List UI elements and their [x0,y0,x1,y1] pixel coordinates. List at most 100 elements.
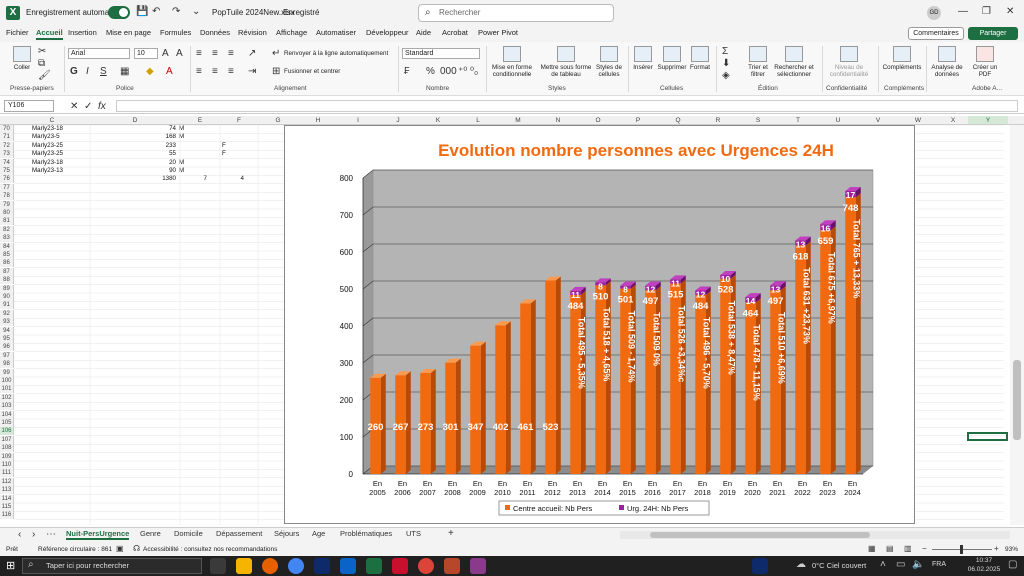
cell-styles-button[interactable]: Styles de cellules [594,46,624,78]
close-icon[interactable]: ✕ [1006,6,1014,17]
sheet-tab[interactable]: Problématiques [340,529,392,538]
column-header[interactable]: G [258,116,298,125]
row-header[interactable]: 80 [0,209,14,217]
fill-icon[interactable]: ⬇ [722,58,730,69]
menu-item[interactable]: Fichier [6,28,29,37]
vertical-scrollbar[interactable] [1010,125,1024,525]
column-header[interactable]: D [90,116,180,125]
row-header[interactable]: 72 [0,141,14,150]
column-header[interactable]: Q [658,116,698,125]
zoom-in-icon[interactable]: + [994,544,999,553]
row-header[interactable]: 79 [0,200,14,209]
align-bottom-icon[interactable]: ≡ [228,48,234,59]
row-header[interactable]: 97 [0,351,14,360]
name-box[interactable]: Y106 [4,100,54,112]
format-cells-button[interactable]: Format [688,46,712,71]
cancel-icon[interactable]: ✕ [70,101,78,112]
zoom-slider-thumb[interactable] [960,545,963,554]
row-header[interactable]: 104 [0,410,14,419]
paste-button[interactable]: Coller [8,46,36,71]
sheet-tab[interactable]: Séjours [274,529,299,538]
autosum-icon[interactable]: Σ [722,46,728,57]
row-header[interactable]: 98 [0,360,14,369]
column-header[interactable]: N [538,116,578,125]
macro-record-icon[interactable]: ▣ [116,544,124,553]
row-header[interactable]: 100 [0,377,14,385]
sort-filter-button[interactable]: Trier et filtrer [744,46,772,78]
row-header[interactable]: 74 [0,158,14,167]
app-l-icon[interactable] [314,558,330,574]
borders-icon[interactable]: ▦ [120,66,129,77]
create-pdf-button[interactable]: Créer un PDF [968,46,1002,78]
format-painter-icon[interactable]: 🖌 [38,70,51,81]
page-break-icon[interactable]: ▥ [904,544,912,553]
font-grow-icon[interactable]: A [162,48,169,59]
menu-item[interactable]: Données [200,28,230,37]
menu-item[interactable]: Accueil [36,28,63,40]
chart-area[interactable]: Evolution nombre personnes avec Urgences… [284,125,915,524]
row-header[interactable]: 102 [0,393,14,402]
accounting-format-icon[interactable]: ₣ [404,66,410,77]
firefox-icon[interactable] [262,558,278,574]
sheet-tab[interactable]: Genre [140,529,161,538]
bold-icon[interactable]: G [70,66,78,77]
row-header[interactable]: 76 [0,175,14,184]
menu-item[interactable]: Révision [238,28,267,37]
row-header[interactable]: 90 [0,293,14,301]
restore-icon[interactable]: ❐ [982,6,991,17]
file-explorer-icon[interactable] [236,558,252,574]
network-icon[interactable]: ▭ [896,559,905,570]
column-header[interactable]: T [778,116,818,125]
undo-icon[interactable]: ↶ [152,6,160,17]
menu-item[interactable]: Automatiser [316,28,356,37]
indent-icon[interactable]: ⇥ [248,66,256,77]
column-header[interactable]: F [220,116,258,125]
row-header[interactable]: 92 [0,309,14,318]
menu-item[interactable]: Affichage [276,28,307,37]
column-header[interactable]: U [818,116,858,125]
align-top-icon[interactable]: ≡ [196,48,202,59]
clock-date[interactable]: 06.02.2025 [962,566,1006,573]
row-header[interactable]: 105 [0,419,14,427]
sheet-tab[interactable]: Nuit-PersUrgence [66,529,130,540]
row-header[interactable]: 112 [0,477,14,486]
insert-function-button[interactable]: fx [98,101,106,112]
row-header[interactable]: 107 [0,435,14,444]
row-header[interactable]: 111 [0,469,14,478]
menu-item[interactable]: Formules [160,28,191,37]
cut-icon[interactable]: ✂ [38,46,46,57]
row-header[interactable]: 113 [0,486,14,495]
clock-time[interactable]: 10:37 [966,557,1002,564]
row-header[interactable]: 71 [0,133,14,142]
row-header[interactable]: 94 [0,326,14,335]
row-header[interactable]: 115 [0,503,14,511]
add-sheet-icon[interactable]: + [448,528,454,539]
column-header[interactable]: W [898,116,938,125]
confirm-icon[interactable]: ✓ [84,101,92,112]
accessibility-status[interactable]: Accessibilité : consultez nos recommanda… [143,546,277,553]
sheet-tab[interactable]: UTS [406,529,421,538]
task-view-icon[interactable] [210,558,226,574]
row-header[interactable]: 110 [0,461,14,469]
excel-taskbar-icon[interactable] [366,558,382,574]
sensitivity-button[interactable]: Niveau de confidentialité [822,46,876,78]
tab-next-icon[interactable]: › [32,529,35,540]
column-header[interactable]: O [578,116,618,125]
clear-icon[interactable]: ◈ [722,70,730,81]
weather-text[interactable]: 0°C Ciel couvert [812,561,866,570]
saved-status[interactable]: Enregistré [283,8,319,17]
copy-icon[interactable]: ⧉ [38,58,45,69]
vertical-scrollbar-thumb[interactable] [1013,360,1021,440]
column-header[interactable]: H [298,116,338,125]
number-format-field[interactable]: Standard [402,48,480,59]
row-header[interactable]: 99 [0,368,14,377]
row-header[interactable]: 93 [0,318,14,327]
sheet-tab[interactable]: Dépassement [216,529,262,538]
decrease-decimal-icon[interactable]: ⁰₀ [470,66,478,77]
column-header[interactable]: L [458,116,498,125]
menu-item[interactable]: Mise en page [106,28,151,37]
find-select-button[interactable]: Rechercher et sélectionner [772,46,816,78]
row-header[interactable]: 81 [0,217,14,226]
sheet-tab[interactable]: Age [312,529,325,538]
app-purple-icon[interactable] [470,558,486,574]
